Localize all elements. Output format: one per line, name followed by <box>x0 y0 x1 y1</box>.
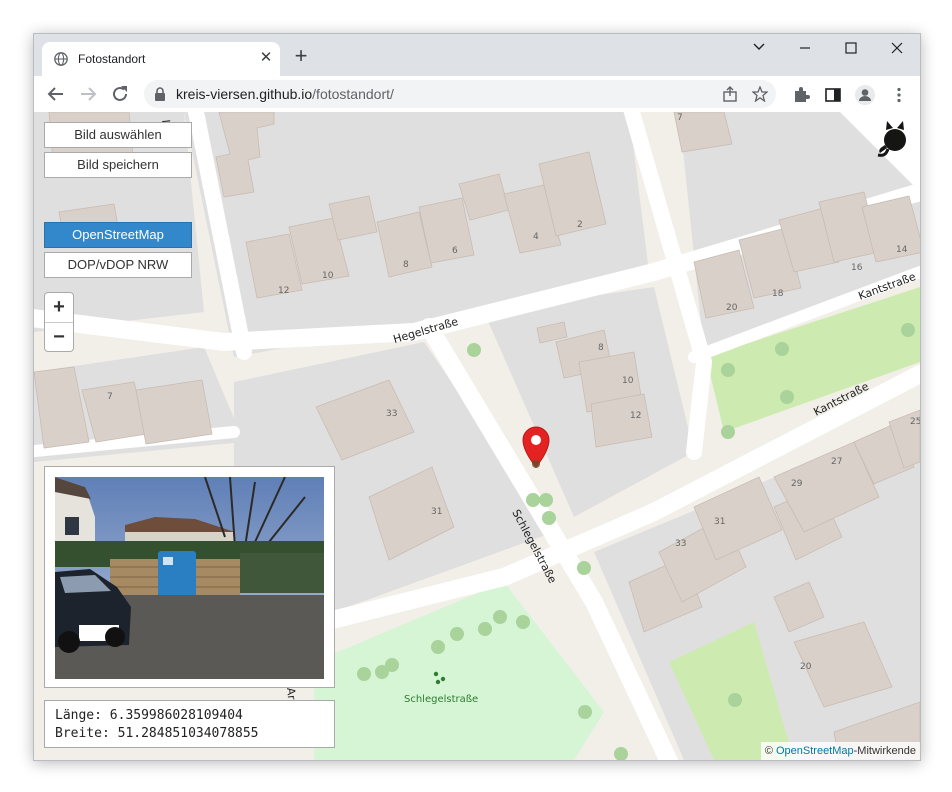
tree <box>542 511 556 525</box>
tree <box>578 705 592 719</box>
house-number: 18 <box>772 289 784 299</box>
tree <box>357 667 371 681</box>
tree <box>526 493 540 507</box>
new-tab-button[interactable]: + <box>290 45 312 68</box>
house-number: 25 <box>910 417 920 427</box>
tab-title: Fotostandort <box>78 52 146 66</box>
minimize-icon[interactable] <box>782 34 828 64</box>
tree <box>775 342 789 356</box>
tree <box>721 425 735 439</box>
house-number: 8 <box>598 343 604 353</box>
map-view[interactable]: Hegelstraße Schlegelstraße Kantstraße Ka… <box>34 112 920 760</box>
house-number: 10 <box>622 376 634 386</box>
attribution-prefix: © <box>764 745 776 757</box>
attribution-suffix: -Mitwirkende <box>853 745 916 757</box>
house-number: 6 <box>452 246 458 256</box>
url-host: kreis-viersen.github.io <box>176 86 313 102</box>
zoom-control: + − <box>44 292 74 352</box>
tab-strip: Fotostandort ✕ + <box>34 34 920 76</box>
house-number: 16 <box>851 263 863 273</box>
layer-dop-button[interactable]: DOP/vDOP NRW <box>44 252 192 278</box>
photo-preview-image <box>55 477 324 679</box>
tab-search-icon[interactable] <box>736 34 782 64</box>
tree <box>614 747 628 760</box>
house-number: 4 <box>533 232 539 242</box>
latitude-label: Breite: <box>55 726 118 741</box>
select-image-button[interactable]: Bild auswählen <box>44 122 192 148</box>
house-number: 10 <box>322 271 334 281</box>
more-menu-icon[interactable] <box>890 86 908 104</box>
street-label: Ar <box>284 687 298 701</box>
longitude-label: Länge: <box>55 708 110 723</box>
photo-preview-panel <box>44 466 335 688</box>
address-bar[interactable]: kreis-viersen.github.io/fotostandort/ <box>144 80 776 108</box>
house-number: 31 <box>431 507 442 517</box>
photo-location-marker[interactable] <box>522 426 550 468</box>
map-attribution: © OpenStreetMap-Mitwirkende <box>760 742 920 760</box>
latitude-row: Breite: 51.284851034078855 <box>55 725 324 743</box>
tree <box>431 640 445 654</box>
tree <box>577 561 591 575</box>
tree <box>516 615 530 629</box>
extensions-icon[interactable] <box>792 86 810 104</box>
url-path: /fotostandort/ <box>312 86 394 102</box>
house-number: 7 <box>107 392 113 402</box>
url-text: kreis-viersen.github.io/fotostandort/ <box>176 86 394 102</box>
tree <box>467 343 481 357</box>
browser-toolbar: kreis-viersen.github.io/fotostandort/ <box>34 76 920 113</box>
longitude-row: Länge: 6.359986028109404 <box>55 707 324 725</box>
house-number: 12 <box>278 286 289 296</box>
map-pin-dot <box>531 435 541 445</box>
forward-arrow-icon[interactable] <box>76 82 100 106</box>
house-number: 27 <box>831 457 842 467</box>
latitude-value: 51.284851034078855 <box>117 726 259 741</box>
back-arrow-icon[interactable] <box>44 82 68 106</box>
github-corner-icon[interactable] <box>840 112 920 192</box>
tree <box>478 622 492 636</box>
house-number: 7 <box>677 113 683 123</box>
longitude-value: 6.359986028109404 <box>109 708 243 723</box>
tree <box>385 658 399 672</box>
window-close-icon[interactable] <box>874 34 920 64</box>
house-number: 20 <box>726 303 738 313</box>
park-label: Schlegelstraße <box>404 694 478 705</box>
save-image-button[interactable]: Bild speichern <box>44 152 192 178</box>
attribution-link[interactable]: OpenStreetMap <box>776 745 854 757</box>
house-number: 2 <box>577 220 583 230</box>
house-number: 33 <box>386 409 397 419</box>
globe-icon <box>54 52 68 66</box>
reload-icon[interactable] <box>108 82 132 106</box>
maximize-icon[interactable] <box>828 34 874 64</box>
zoom-in-button[interactable]: + <box>45 293 73 323</box>
tree <box>901 323 915 337</box>
bookmark-star-icon[interactable] <box>752 86 768 102</box>
layer-osm-button[interactable]: OpenStreetMap <box>44 222 192 248</box>
house-number: 31 <box>714 517 725 527</box>
house-number: 8 <box>403 260 409 270</box>
house-number: 20 <box>800 662 812 672</box>
house-number: 29 <box>791 479 803 489</box>
side-panel-icon[interactable] <box>824 86 842 104</box>
house-number: 14 <box>896 245 908 255</box>
tab-close-icon[interactable]: ✕ <box>258 50 274 66</box>
house-number: 33 <box>675 539 686 549</box>
zoom-out-button[interactable]: − <box>45 323 73 352</box>
building <box>135 379 213 445</box>
tree <box>721 363 735 377</box>
tree <box>450 627 464 641</box>
camera-marker-icon <box>532 460 540 468</box>
tree <box>493 610 507 624</box>
tree <box>780 390 794 404</box>
coordinates-panel: Länge: 6.359986028109404 Breite: 51.2848… <box>44 700 335 748</box>
tree <box>728 693 742 707</box>
building <box>328 195 378 241</box>
share-icon[interactable] <box>722 86 738 102</box>
tree <box>539 493 553 507</box>
house-number: 12 <box>630 411 641 421</box>
browser-window: Fotostandort ✕ + kreis-viersen.github.io… <box>33 33 921 761</box>
profile-avatar-icon[interactable] <box>854 84 876 106</box>
tab-fotostandort[interactable]: Fotostandort ✕ <box>42 42 280 76</box>
lock-icon[interactable] <box>154 87 166 101</box>
